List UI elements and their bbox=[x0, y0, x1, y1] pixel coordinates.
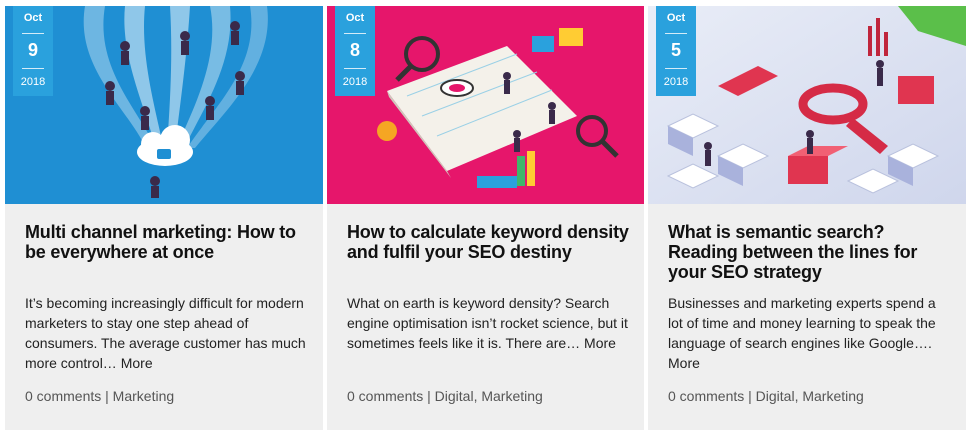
category-link[interactable]: Marketing bbox=[481, 388, 542, 404]
article-card[interactable]: Oct 9 2018 Multi channel marketing: How … bbox=[5, 6, 323, 430]
date-badge: Oct 9 2018 bbox=[13, 6, 53, 96]
more-link[interactable]: More bbox=[584, 335, 616, 351]
date-day: 8 bbox=[349, 40, 360, 60]
excerpt-text: Businesses and marketing experts spend a… bbox=[668, 295, 936, 351]
article-title[interactable]: What is semantic search? Reading between… bbox=[668, 222, 952, 282]
article-title[interactable]: Multi channel marketing: How to be every… bbox=[25, 222, 309, 262]
article-meta: 0 comments | Digital, Marketing bbox=[347, 388, 543, 404]
article-excerpt: Businesses and marketing experts spend a… bbox=[668, 293, 952, 373]
category-link[interactable]: Digital bbox=[756, 388, 795, 404]
date-day: 9 bbox=[27, 40, 38, 60]
meta-separator: | bbox=[105, 388, 109, 404]
date-month: Oct bbox=[345, 12, 365, 24]
date-month: Oct bbox=[666, 12, 686, 24]
article-title[interactable]: How to calculate keyword density and ful… bbox=[347, 222, 630, 262]
excerpt-text: It’s becoming increasingly difficult for… bbox=[25, 295, 306, 371]
date-divider bbox=[665, 68, 687, 69]
date-divider bbox=[22, 68, 44, 69]
date-year: 2018 bbox=[663, 76, 689, 88]
date-divider bbox=[344, 33, 366, 34]
date-badge: Oct 8 2018 bbox=[335, 6, 375, 96]
category-link[interactable]: Marketing bbox=[802, 388, 863, 404]
category-link[interactable]: Digital bbox=[435, 388, 474, 404]
date-divider bbox=[344, 68, 366, 69]
date-year: 2018 bbox=[20, 76, 46, 88]
article-card[interactable]: Oct 5 2018 What is semantic search? Read… bbox=[648, 6, 966, 430]
date-badge: Oct 5 2018 bbox=[656, 6, 696, 96]
comments-link[interactable]: 0 comments bbox=[668, 388, 744, 404]
meta-separator: | bbox=[427, 388, 431, 404]
comments-link[interactable]: 0 comments bbox=[347, 388, 423, 404]
category-link[interactable]: Marketing bbox=[113, 388, 174, 404]
more-link[interactable]: More bbox=[668, 355, 700, 371]
article-meta: 0 comments | Digital, Marketing bbox=[668, 388, 864, 404]
date-day: 5 bbox=[670, 40, 681, 60]
date-year: 2018 bbox=[342, 76, 368, 88]
article-excerpt: It’s becoming increasingly difficult for… bbox=[25, 293, 309, 373]
comments-link[interactable]: 0 comments bbox=[25, 388, 101, 404]
meta-separator: | bbox=[748, 388, 752, 404]
date-divider bbox=[665, 33, 687, 34]
article-card[interactable]: Oct 8 2018 How to calculate keyword dens… bbox=[327, 6, 644, 430]
article-excerpt: What on earth is keyword density? Search… bbox=[347, 293, 630, 353]
article-meta: 0 comments | Marketing bbox=[25, 388, 174, 404]
date-month: Oct bbox=[23, 12, 43, 24]
date-divider bbox=[22, 33, 44, 34]
more-link[interactable]: More bbox=[121, 355, 153, 371]
